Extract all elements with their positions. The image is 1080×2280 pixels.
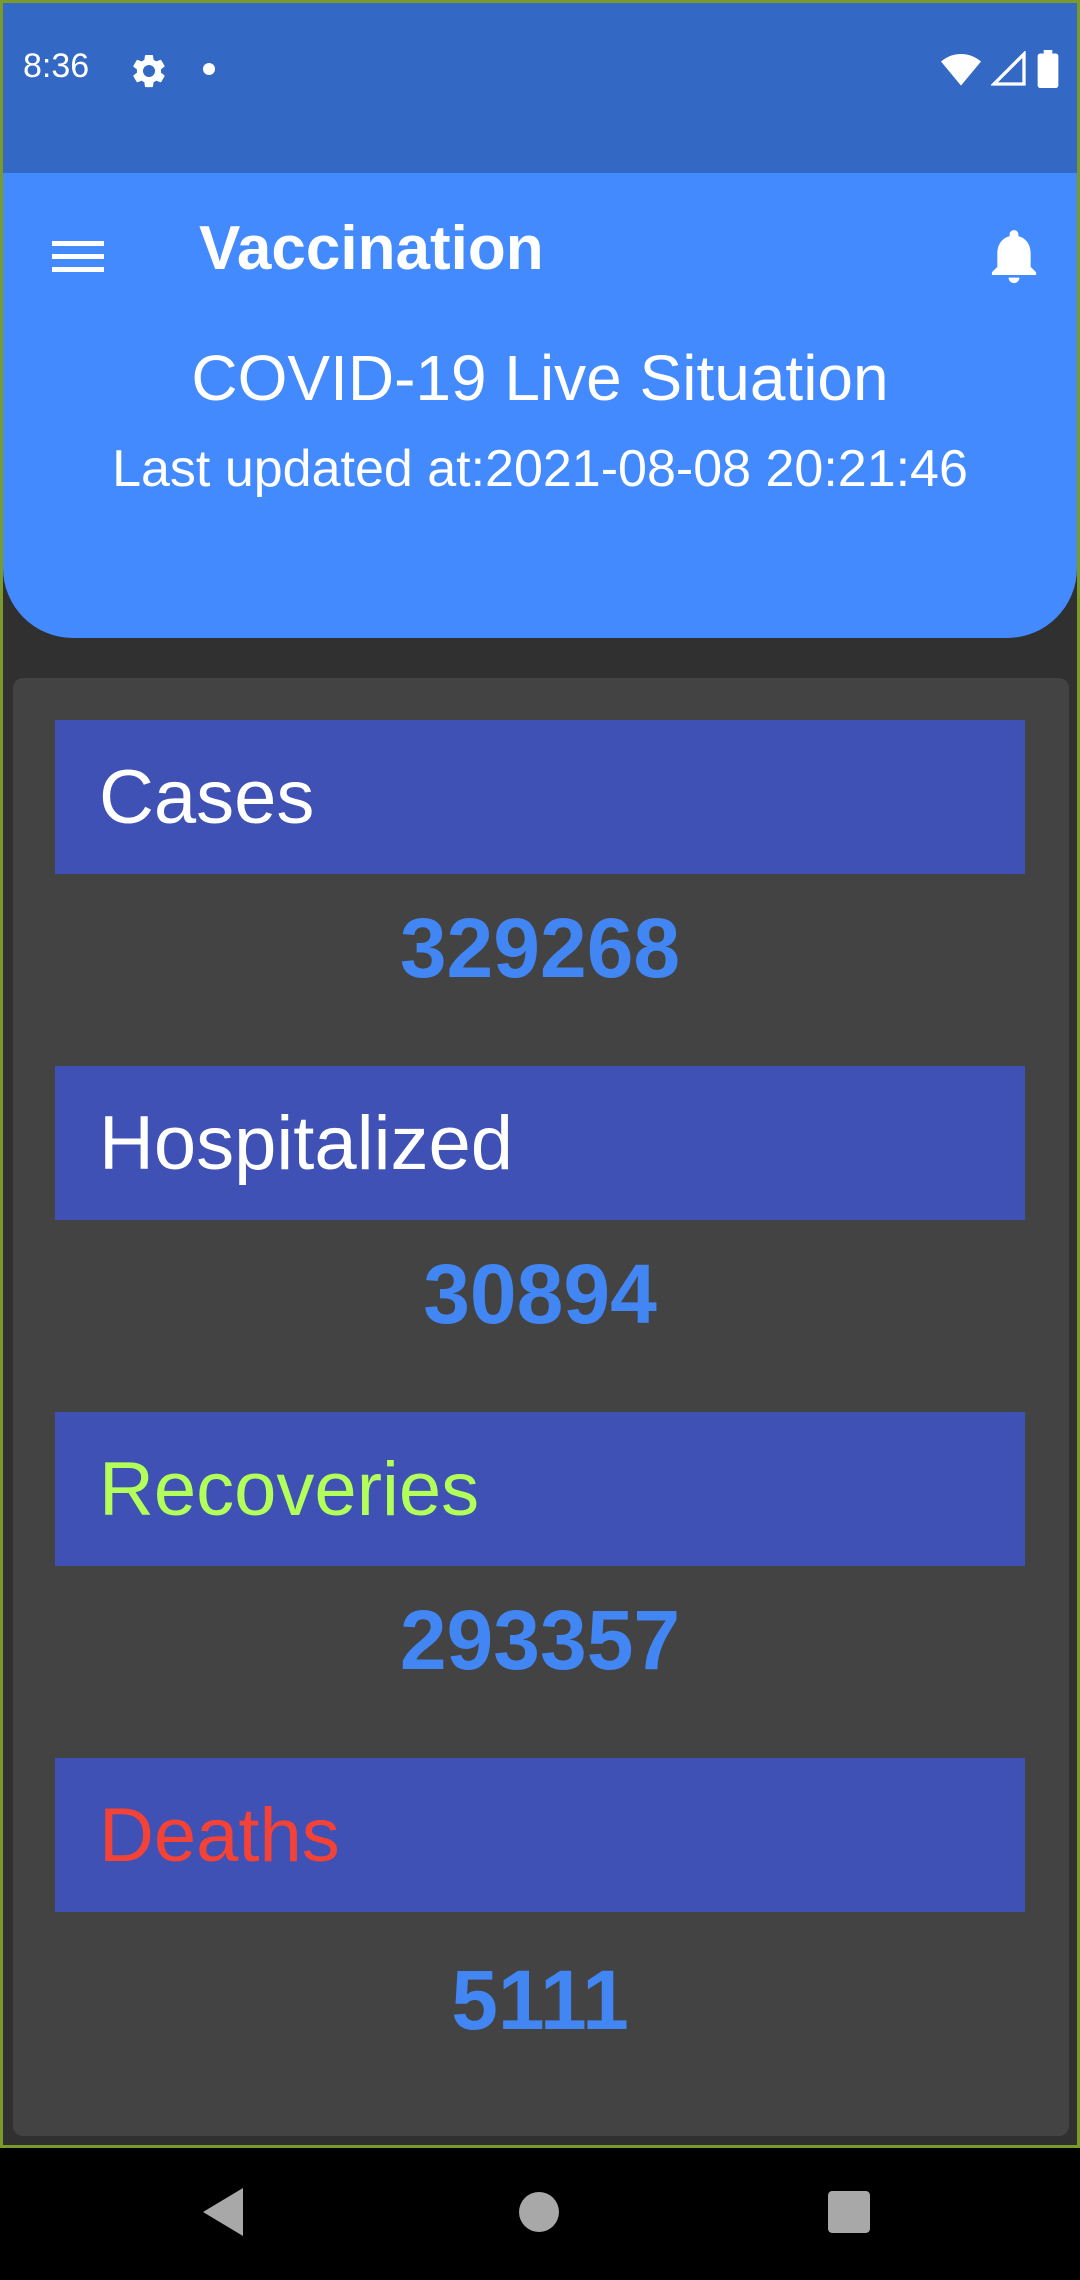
stat-hospitalized: Hospitalized 30894 [55, 1066, 1025, 1343]
stat-deaths: Deaths 5111 [55, 1758, 1025, 2049]
notifications-button[interactable] [979, 223, 1049, 293]
stat-label: Hospitalized [99, 1100, 513, 1186]
home-button[interactable] [503, 2178, 575, 2250]
stat-value: 329268 [399, 901, 681, 995]
home-icon [517, 2190, 561, 2239]
cellular-signal-icon [990, 49, 1027, 92]
app-window: 8:36 Vaccination COVID-19 Live Situation… [0, 0, 1080, 2148]
stat-label-bar: Hospitalized [55, 1066, 1025, 1220]
stat-value: 30894 [423, 1247, 657, 1341]
status-bar: 8:36 [3, 3, 1077, 173]
gear-icon [129, 51, 169, 91]
status-icons [941, 49, 1059, 93]
stat-recoveries: Recoveries 293357 [55, 1412, 1025, 1689]
stat-value: 293357 [399, 1593, 681, 1687]
notification-dot-icon [203, 63, 215, 75]
stat-cases: Cases 329268 [55, 720, 1025, 997]
header-subtitle: COVID-19 Live Situation [191, 342, 889, 414]
recents-button[interactable] [813, 2178, 885, 2250]
toolbar-title: Vaccination [199, 214, 544, 283]
app-header: Vaccination COVID-19 Live Situation Last… [3, 173, 1077, 638]
stat-label: Cases [99, 754, 315, 840]
stat-value: 5111 [451, 1953, 629, 2047]
stat-label: Recoveries [99, 1446, 480, 1532]
bell-icon [989, 228, 1039, 289]
system-navigation-bar [0, 2148, 1080, 2280]
stat-label-bar: Cases [55, 720, 1025, 874]
recents-icon [828, 2190, 870, 2238]
last-updated-text: Last updated at:2021-08-08 20:21:46 [112, 440, 968, 498]
stats-card: Cases 329268 Hospitalized 30894 Recoveri… [13, 678, 1069, 2136]
wifi-icon [941, 52, 981, 91]
battery-icon [1037, 49, 1059, 93]
back-icon [203, 2187, 247, 2241]
menu-button[interactable] [43, 223, 115, 295]
status-time: 8:36 [23, 47, 90, 85]
stat-label-bar: Deaths [55, 1758, 1025, 1912]
stat-label: Deaths [99, 1792, 340, 1878]
hamburger-menu-icon [52, 237, 106, 282]
back-button[interactable] [189, 2178, 261, 2250]
stat-label-bar: Recoveries [55, 1412, 1025, 1566]
